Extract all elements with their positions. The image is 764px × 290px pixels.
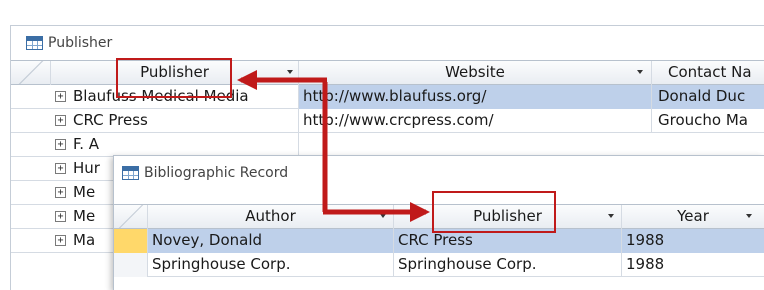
expand-icon[interactable]: + <box>55 163 66 174</box>
chevron-down-icon[interactable] <box>380 214 386 218</box>
chevron-down-icon[interactable] <box>746 214 752 218</box>
biblio-window-title: Bibliographic Record <box>144 165 289 181</box>
select-all-corner[interactable] <box>11 61 51 85</box>
author-cell[interactable]: Novey, Donald <box>148 229 394 253</box>
website-cell[interactable]: http://www.blaufuss.org/ <box>299 85 652 109</box>
table-row[interactable]: + CRC Press http://www.crcpress.com/ Gro… <box>11 109 764 133</box>
column-header-author-label: Author <box>245 207 296 225</box>
biblio-window-title-bar[interactable]: Bibliographic Record <box>114 156 764 190</box>
column-header-contact[interactable]: Contact Na <box>652 61 764 85</box>
publisher-cell[interactable]: + F. A <box>51 133 299 157</box>
publisher-window-title: Publisher <box>48 35 113 51</box>
record-selector[interactable] <box>11 205 51 229</box>
column-header-year-label: Year <box>677 207 709 225</box>
cell-text: Me <box>73 183 96 201</box>
expand-icon[interactable]: + <box>55 211 66 222</box>
expand-icon[interactable]: + <box>55 187 66 198</box>
contact-cell[interactable]: Donald Duc <box>652 85 764 109</box>
record-selector[interactable] <box>11 109 51 133</box>
column-header-year[interactable]: Year <box>622 205 764 229</box>
publisher-header-highlight <box>116 58 232 98</box>
year-cell[interactable]: 1988 <box>622 253 764 277</box>
column-header-author[interactable]: Author <box>148 205 394 229</box>
chevron-down-icon[interactable] <box>637 70 643 74</box>
expand-icon[interactable]: + <box>55 139 66 150</box>
table-row[interactable]: + F. A <box>11 133 764 157</box>
table-row[interactable]: Springhouse Corp. Springhouse Corp. 1988 <box>114 253 764 277</box>
column-header-contact-label: Contact Na <box>668 63 752 81</box>
publisher-cell[interactable]: + CRC Press <box>51 109 299 133</box>
expand-icon[interactable]: + <box>55 235 66 246</box>
chevron-down-icon[interactable] <box>608 214 614 218</box>
chevron-down-icon[interactable] <box>287 70 293 74</box>
contact-cell[interactable]: Groucho Ma <box>652 109 764 133</box>
record-selector[interactable] <box>114 253 148 277</box>
column-header-website-label: Website <box>445 63 505 81</box>
record-selector[interactable] <box>11 133 51 157</box>
column-header-website[interactable]: Website <box>299 61 652 85</box>
expand-icon[interactable]: + <box>55 115 66 126</box>
publisher-window-title-bar[interactable]: Publisher <box>11 26 764 60</box>
website-cell[interactable]: http://www.crcpress.com/ <box>299 109 652 133</box>
record-selector[interactable] <box>11 85 51 109</box>
biblio-publisher-header-highlight <box>432 191 556 233</box>
cell-text: CRC Press <box>73 111 148 129</box>
cell-text: Me <box>73 207 96 225</box>
select-all-corner[interactable] <box>114 205 148 229</box>
year-cell[interactable]: 1988 <box>622 229 764 253</box>
cell-text: Ma <box>73 231 96 249</box>
author-cell[interactable]: Springhouse Corp. <box>148 253 394 277</box>
cell-text: F. A <box>73 135 100 153</box>
record-selector[interactable] <box>114 229 148 253</box>
record-selector[interactable] <box>11 229 51 253</box>
cell-text: Hur <box>73 159 100 177</box>
table-icon <box>122 166 139 180</box>
record-selector[interactable] <box>11 181 51 205</box>
table-icon <box>26 36 43 50</box>
record-selector[interactable] <box>11 157 51 181</box>
expand-icon[interactable]: + <box>55 91 66 102</box>
publisher-cell[interactable]: Springhouse Corp. <box>394 253 622 277</box>
